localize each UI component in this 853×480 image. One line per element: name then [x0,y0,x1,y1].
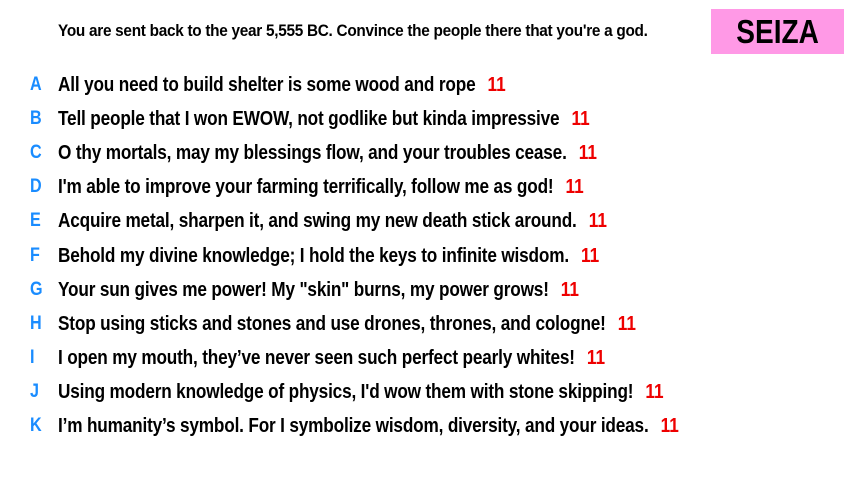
entry-count: 11 [571,107,590,130]
entry-count: 11 [645,380,664,403]
title-badge: SEIZA [711,9,844,54]
list-item: E Acquire metal, sharpen it, and swing m… [0,206,853,236]
entry-body: I'm able to improve your farming terrifi… [58,176,584,199]
list-item: C O thy mortals, may my blessings flow, … [0,138,853,168]
entry-body: Tell people that I won EWOW, not godlike… [58,108,590,131]
entry-text: Using modern knowledge of physics, I'd w… [58,380,634,403]
entry-body: I’m humanity’s symbol. For I symbolize w… [58,415,679,438]
entry-body: Your sun gives me power! My "skin" burns… [58,279,579,302]
entry-text: I’m humanity’s symbol. For I symbolize w… [58,414,649,437]
entry-letter: F [30,245,40,266]
entry-letter: K [30,415,42,436]
list-item: D I'm able to improve your farming terri… [0,172,853,202]
list-item: I I open my mouth, they’ve never seen su… [0,343,853,373]
list-item: H Stop using sticks and stones and use d… [0,309,853,339]
entry-text: Behold my divine knowledge; I hold the k… [58,244,569,267]
entry-text: I open my mouth, they’ve never seen such… [58,346,575,369]
entry-body: Acquire metal, sharpen it, and swing my … [58,210,607,233]
entry-body: All you need to build shelter is some wo… [58,74,506,97]
entry-count: 11 [581,244,600,267]
entry-text: Stop using sticks and stones and use dro… [58,312,606,335]
entry-count: 11 [588,209,607,232]
list-item: F Behold my divine knowledge; I hold the… [0,241,853,271]
prompt-text: You are sent back to the year 5,555 BC. … [58,22,648,40]
entry-text: O thy mortals, may my blessings flow, an… [58,141,567,164]
entry-count: 11 [617,312,636,335]
title-text: SEIZA [736,13,819,50]
entry-count: 11 [565,175,584,198]
entry-letter: G [30,279,43,300]
entry-body: I open my mouth, they’ve never seen such… [58,347,605,370]
entry-text: Your sun gives me power! My "skin" burns… [58,278,549,301]
entry-letter: I [30,347,35,368]
entry-text: I'm able to improve your farming terrifi… [58,175,554,198]
entry-body: Behold my divine knowledge; I hold the k… [58,245,599,268]
entry-text: Acquire metal, sharpen it, and swing my … [58,209,577,232]
list-item: K I’m humanity’s symbol. For I symbolize… [0,411,853,441]
entry-text: Tell people that I won EWOW, not godlike… [58,107,560,130]
entry-letter: E [30,210,41,231]
entry-body: O thy mortals, may my blessings flow, an… [58,142,597,165]
entry-letter: B [30,108,42,129]
entry-letter: H [30,313,42,334]
entry-letter: D [30,176,42,197]
entry-count: 11 [560,278,579,301]
list-item: B Tell people that I won EWOW, not godli… [0,104,853,134]
list-item: G Your sun gives me power! My "skin" bur… [0,275,853,305]
entry-letter: J [30,381,39,402]
entry-count: 11 [660,414,679,437]
entry-body: Using modern knowledge of physics, I'd w… [58,381,664,404]
entry-count: 11 [578,141,597,164]
entry-text: All you need to build shelter is some wo… [58,73,476,96]
entry-count: 11 [487,73,506,96]
entry-letter: A [30,74,42,95]
entry-count: 11 [586,346,606,369]
list-item: A All you need to build shelter is some … [0,70,853,100]
list-item: J Using modern knowledge of physics, I'd… [0,377,853,407]
entry-letter: C [30,142,42,163]
entry-body: Stop using sticks and stones and use dro… [58,313,636,336]
